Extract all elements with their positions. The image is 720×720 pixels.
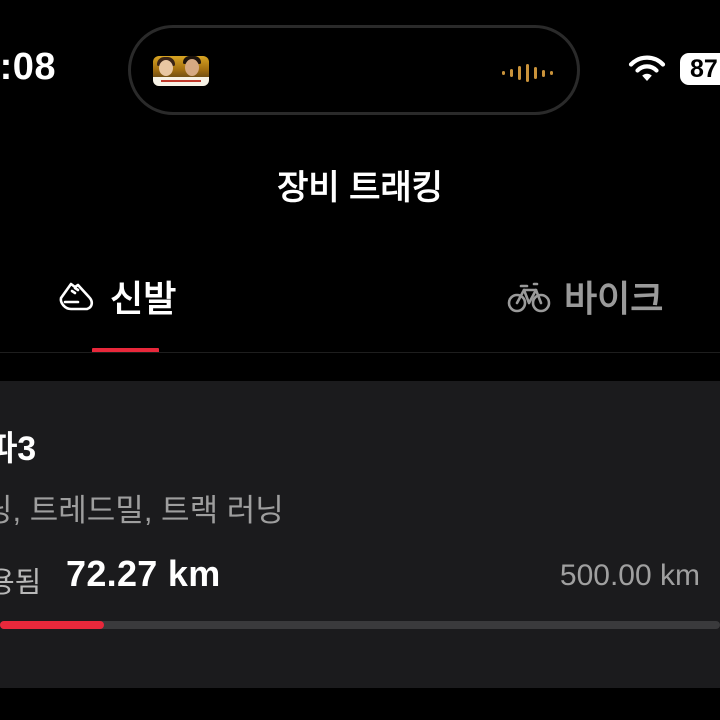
tabs-divider [0,352,720,353]
usage-progress-fill [0,621,105,629]
tab-bike[interactable]: 바이크 [506,266,663,326]
shoe-icon [59,282,94,311]
wifi-icon [628,55,666,81]
used-label: 용됨 [0,567,42,599]
bike-icon [507,282,551,313]
gear-card[interactable]: 파3 닝, 트레드밀, 트랙 러닝 용됨 72.27 km 500.00 km [0,381,720,688]
battery-level: 87 [690,55,718,83]
tab-label-shoes: 신발 [110,278,177,319]
audio-waveform-icon [502,64,553,82]
tab-shoes[interactable]: 신발 [56,266,176,326]
gear-name: 파3 [0,430,37,468]
dynamic-island[interactable] [128,25,580,115]
usage-progress-bar [0,621,720,629]
gear-activity-types: 닝, 트레드밀, 트랙 러닝 [0,493,284,528]
battery-indicator: 87 [680,53,720,85]
video-thumbnail[interactable] [153,56,209,86]
goal-distance: 500.00 km [559,559,700,592]
used-distance: 72.27 km [66,553,221,594]
tab-label-bike: 바이크 [564,278,664,319]
page-title: 장비 트래킹 [277,169,443,207]
usage-row: 용됨 72.27 km 500.00 km [0,553,720,599]
status-bar: 0:08 87 [0,0,720,140]
status-time: 0:08 [0,46,57,88]
